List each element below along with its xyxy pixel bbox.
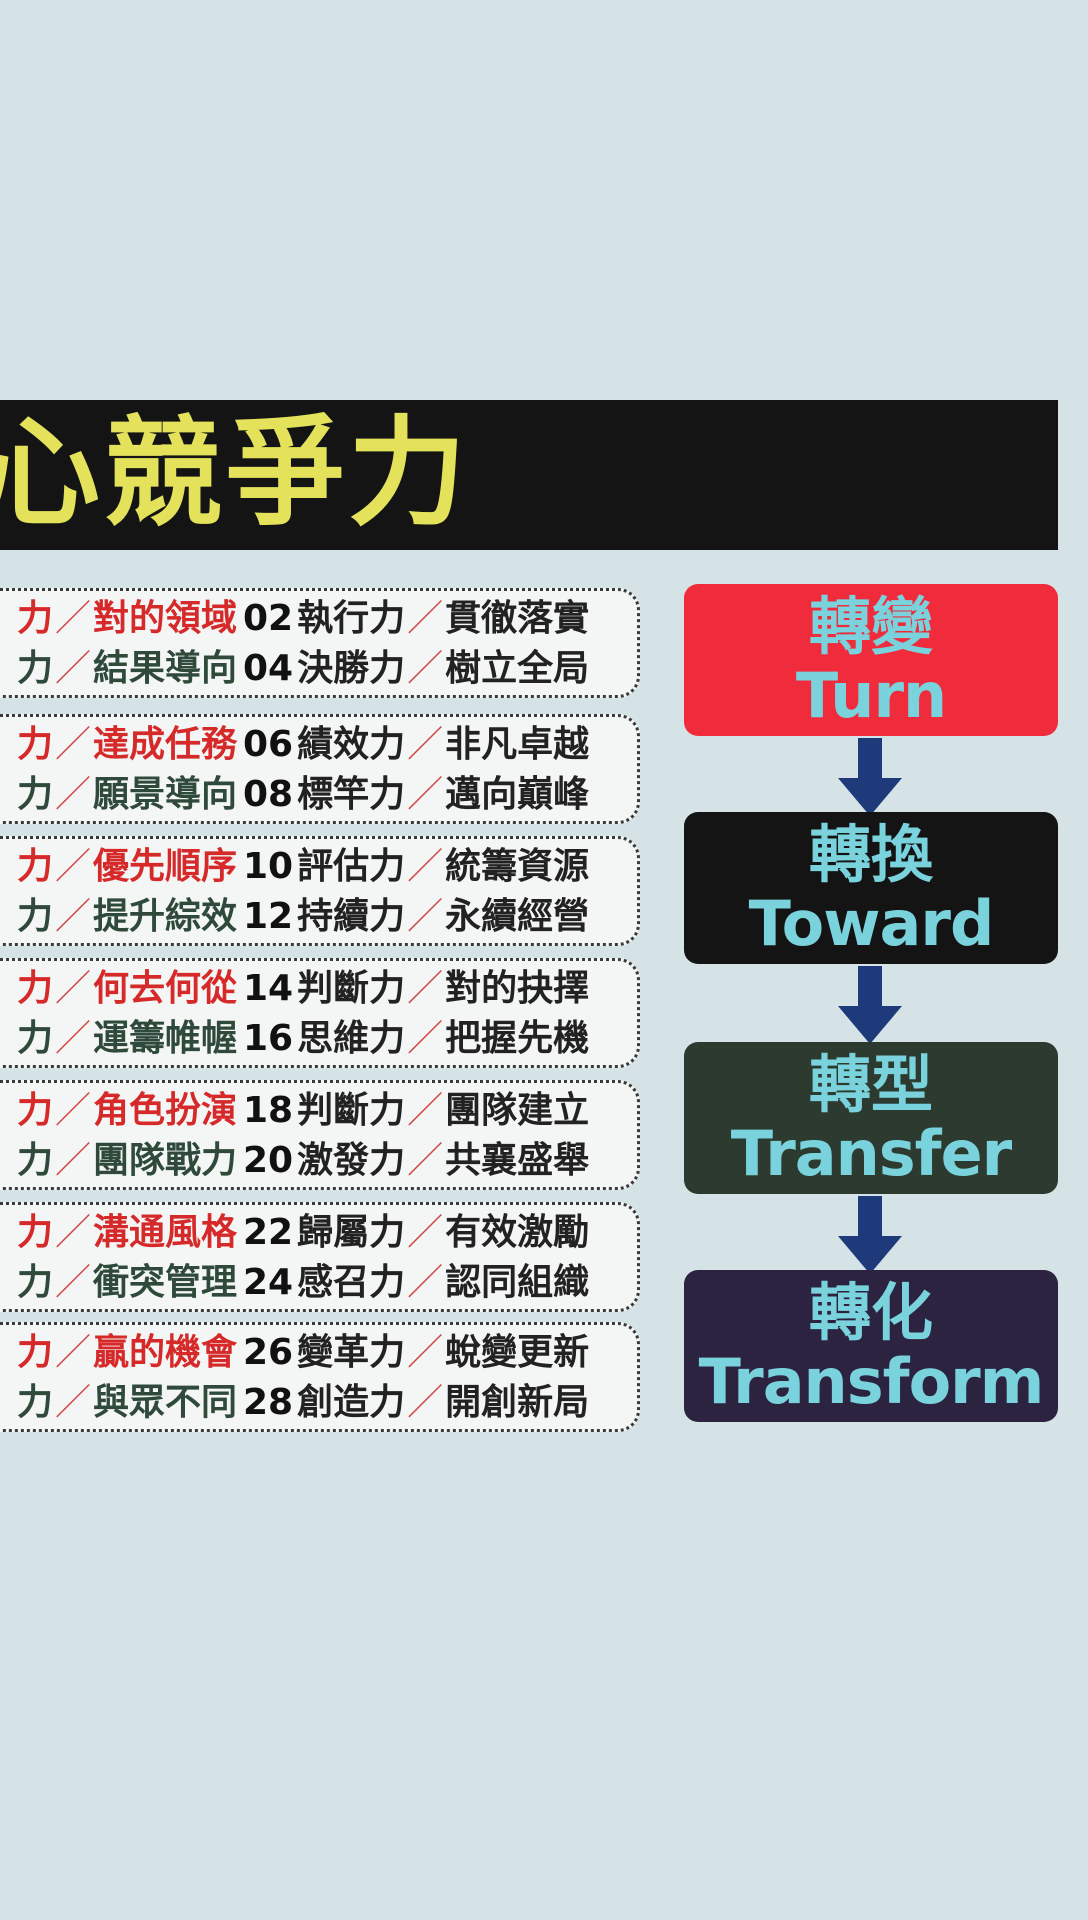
competency-group: 力／角色扮演 18 判斷力／團隊建立 力／團隊戰力 20 激發力／共襄盛舉 bbox=[0, 1080, 640, 1190]
competency-row: 力／角色扮演 18 判斷力／團隊建立 bbox=[0, 1085, 637, 1135]
flow-zh-label: 轉換 bbox=[808, 818, 933, 891]
down-arrow-icon bbox=[838, 966, 902, 1044]
competency-row: 力／願景導向 08 標竿力／邁向巔峰 bbox=[0, 769, 637, 819]
down-arrow-icon bbox=[838, 1196, 902, 1274]
left-item: 力／團隊戰力 bbox=[16, 1139, 237, 1181]
right-item: 24 感召力／認同組織 bbox=[243, 1261, 590, 1303]
flow-box-transform: 轉化 Transform bbox=[684, 1270, 1058, 1422]
left-item: 力／結果導向 bbox=[16, 647, 237, 689]
flow-zh-label: 轉型 bbox=[808, 1048, 933, 1121]
competency-group: 力／優先順序 10 評估力／統籌資源 力／提升綜效 12 持續力／永續經營 bbox=[0, 836, 640, 946]
title-banner: 心競爭力 bbox=[0, 400, 1058, 550]
right-item: 18 判斷力／團隊建立 bbox=[243, 1089, 590, 1131]
right-item: 04 決勝力／樹立全局 bbox=[243, 647, 590, 689]
left-item: 力／優先順序 bbox=[16, 845, 237, 887]
competency-row: 力／運籌帷幄 16 思維力／把握先機 bbox=[0, 1013, 637, 1063]
competency-row: 力／達成任務 06 績效力／非凡卓越 bbox=[0, 719, 637, 769]
flow-en-label: Transfer bbox=[730, 1117, 1013, 1190]
flow-zh-label: 轉變 bbox=[808, 590, 933, 663]
competency-row: 力／團隊戰力 20 激發力／共襄盛舉 bbox=[0, 1135, 637, 1185]
competency-group: 力／達成任務 06 績效力／非凡卓越 力／願景導向 08 標竿力／邁向巔峰 bbox=[0, 714, 640, 824]
left-item: 力／何去何從 bbox=[16, 967, 237, 1009]
right-item: 26 變革力／蛻變更新 bbox=[243, 1331, 590, 1373]
competency-row: 力／結果導向 04 決勝力／樹立全局 bbox=[0, 643, 637, 693]
flow-en-label: Transform bbox=[698, 1345, 1045, 1418]
competency-group: 力／何去何從 14 判斷力／對的抉擇 力／運籌帷幄 16 思維力／把握先機 bbox=[0, 958, 640, 1068]
competency-row: 力／贏的機會 26 變革力／蛻變更新 bbox=[0, 1327, 637, 1377]
competency-row: 力／對的領域 02 執行力／貫徹落實 bbox=[0, 593, 637, 643]
right-item: 16 思維力／把握先機 bbox=[243, 1017, 590, 1059]
flow-zh-label: 轉化 bbox=[808, 1276, 933, 1349]
competency-row: 力／提升綜效 12 持續力／永續經營 bbox=[0, 891, 637, 941]
left-item: 力／達成任務 bbox=[16, 723, 237, 765]
right-item: 22 歸屬力／有效激勵 bbox=[243, 1211, 590, 1253]
competency-group: 力／贏的機會 26 變革力／蛻變更新 力／與眾不同 28 創造力／開創新局 bbox=[0, 1322, 640, 1432]
competency-group: 力／溝通風格 22 歸屬力／有效激勵 力／衝突管理 24 感召力／認同組織 bbox=[0, 1202, 640, 1312]
banner-title: 心競爭力 bbox=[0, 403, 471, 542]
competency-group: 力／對的領域 02 執行力／貫徹落實 力／結果導向 04 決勝力／樹立全局 bbox=[0, 588, 640, 698]
document-page: 心競爭力 力／對的領域 02 執行力／貫徹落實 力／結果導向 04 決勝力／樹立全局… bbox=[0, 0, 1088, 1920]
left-item: 力／對的領域 bbox=[16, 597, 237, 639]
flow-en-label: Turn bbox=[795, 659, 947, 732]
right-item: 08 標竿力／邁向巔峰 bbox=[243, 773, 590, 815]
right-item: 28 創造力／開創新局 bbox=[243, 1381, 590, 1423]
right-item: 06 績效力／非凡卓越 bbox=[243, 723, 590, 765]
competency-row: 力／與眾不同 28 創造力／開創新局 bbox=[0, 1377, 637, 1427]
right-item: 02 執行力／貫徹落實 bbox=[243, 597, 590, 639]
competency-row: 力／溝通風格 22 歸屬力／有效激勵 bbox=[0, 1207, 637, 1257]
left-item: 力／衝突管理 bbox=[16, 1261, 237, 1303]
left-item: 力／提升綜效 bbox=[16, 895, 237, 937]
flow-en-label: Toward bbox=[748, 887, 995, 960]
competency-row: 力／優先順序 10 評估力／統籌資源 bbox=[0, 841, 637, 891]
right-item: 10 評估力／統籌資源 bbox=[243, 845, 590, 887]
left-item: 力／角色扮演 bbox=[16, 1089, 237, 1131]
flow-box-transfer: 轉型 Transfer bbox=[684, 1042, 1058, 1194]
right-item: 12 持續力／永續經營 bbox=[243, 895, 590, 937]
competency-row: 力／衝突管理 24 感召力／認同組織 bbox=[0, 1257, 637, 1307]
down-arrow-icon bbox=[838, 738, 902, 816]
right-item: 20 激發力／共襄盛舉 bbox=[243, 1139, 590, 1181]
left-item: 力／願景導向 bbox=[16, 773, 237, 815]
flow-box-toward: 轉換 Toward bbox=[684, 812, 1058, 964]
left-item: 力／與眾不同 bbox=[16, 1381, 237, 1423]
right-item: 14 判斷力／對的抉擇 bbox=[243, 967, 590, 1009]
left-item: 力／贏的機會 bbox=[16, 1331, 237, 1373]
flow-box-turn: 轉變 Turn bbox=[684, 584, 1058, 736]
left-item: 力／運籌帷幄 bbox=[16, 1017, 237, 1059]
competency-row: 力／何去何從 14 判斷力／對的抉擇 bbox=[0, 963, 637, 1013]
left-item: 力／溝通風格 bbox=[16, 1211, 237, 1253]
